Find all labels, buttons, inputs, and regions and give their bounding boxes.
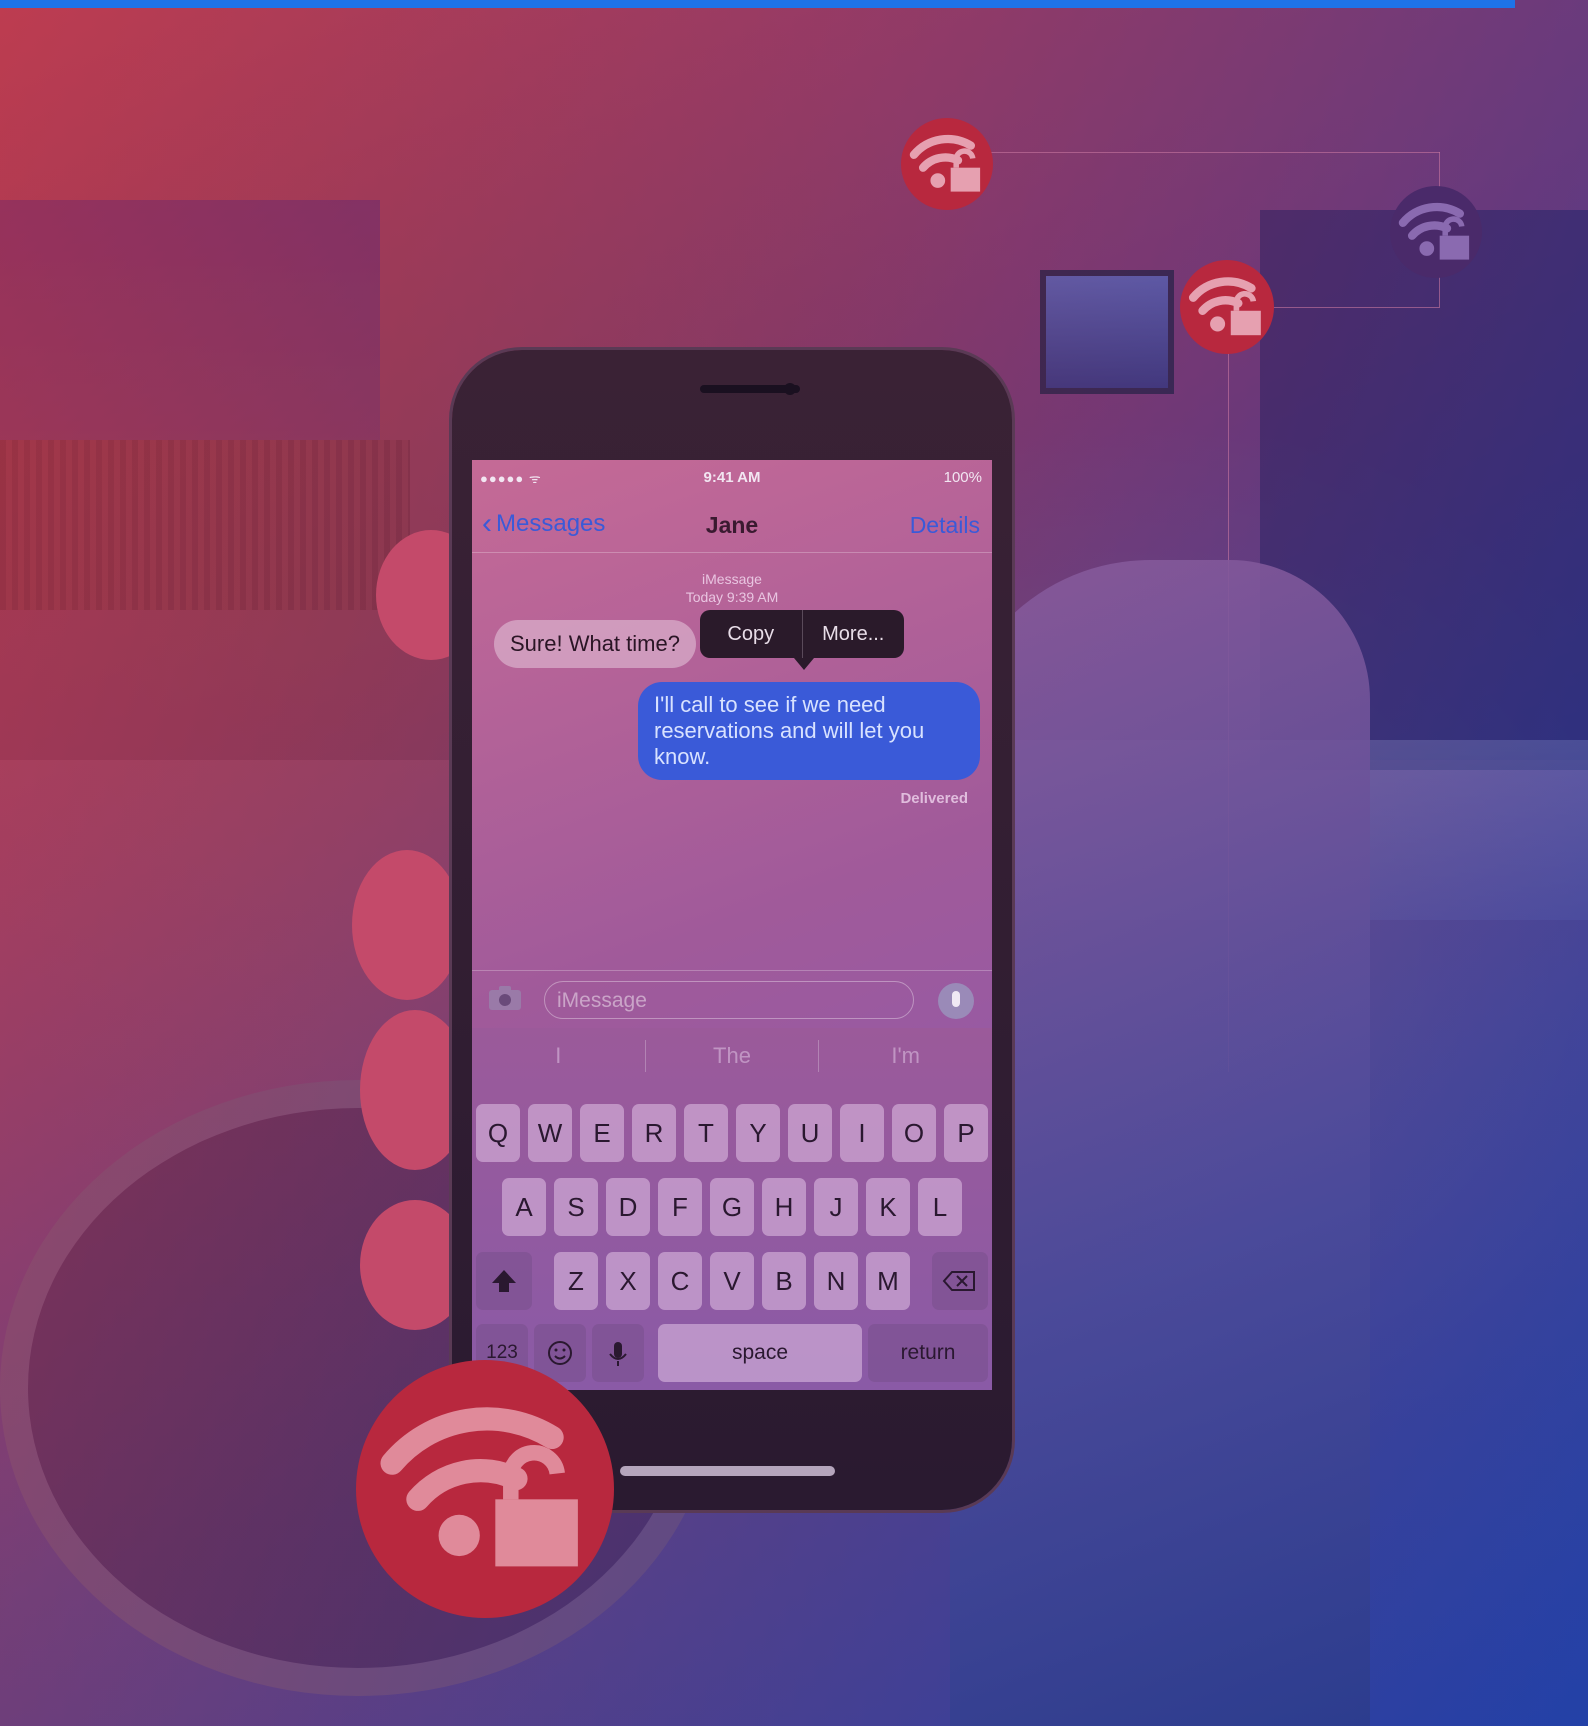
details-button[interactable]: Details xyxy=(910,512,980,539)
key[interactable]: J xyxy=(814,1178,858,1236)
space-key[interactable]: space xyxy=(658,1324,862,1382)
return-key[interactable]: return xyxy=(868,1324,988,1382)
wifi-unlock-icon xyxy=(1390,186,1482,278)
suggestion-item[interactable]: I'm xyxy=(819,1028,992,1084)
suggestion-bar: I The I'm xyxy=(472,1028,992,1084)
key[interactable]: H xyxy=(762,1178,806,1236)
key[interactable]: S xyxy=(554,1178,598,1236)
phone-front-camera xyxy=(784,383,796,395)
key[interactable]: G xyxy=(710,1178,754,1236)
nav-bar: ‹ Messages Jane Details xyxy=(472,500,992,553)
status-time: 9:41 AM xyxy=(703,469,761,486)
copy-menu-item[interactable]: Copy xyxy=(700,610,802,658)
thread-timestamp: Today 9:39 AM xyxy=(685,589,779,605)
top-accent-bar xyxy=(0,0,1515,8)
composer-bar: iMessage xyxy=(472,970,992,1029)
context-menu-pointer xyxy=(794,658,814,670)
message-input[interactable]: iMessage xyxy=(544,981,914,1019)
phone-screen: ●●●●● ᯤ 9:41 AM 100% ‹ Messages Jane Deta… xyxy=(472,460,992,1390)
more-menu-item[interactable]: More... xyxy=(803,610,905,658)
connector-line xyxy=(1272,307,1440,308)
key[interactable]: M xyxy=(866,1252,910,1310)
shift-icon xyxy=(492,1270,516,1292)
shift-key[interactable] xyxy=(476,1252,532,1310)
wifi-unlock-icon xyxy=(901,118,993,210)
key[interactable]: K xyxy=(866,1178,910,1236)
key[interactable]: Z xyxy=(554,1252,598,1310)
key[interactable]: X xyxy=(606,1252,650,1310)
key[interactable]: C xyxy=(658,1252,702,1310)
battery-indicator: 100% xyxy=(943,469,982,486)
context-menu: Copy More... xyxy=(700,610,904,658)
key[interactable]: Q xyxy=(476,1104,520,1162)
suggestion-item[interactable]: I xyxy=(472,1028,645,1084)
key[interactable]: A xyxy=(502,1178,546,1236)
microphone-icon[interactable] xyxy=(938,983,974,1019)
key[interactable]: R xyxy=(632,1104,676,1162)
key[interactable]: W xyxy=(528,1104,572,1162)
key[interactable]: L xyxy=(918,1178,962,1236)
key[interactable]: T xyxy=(684,1104,728,1162)
wifi-unlock-icon xyxy=(356,1360,614,1618)
status-bar: ●●●●● ᯤ 9:41 AM 100% xyxy=(472,460,992,494)
key[interactable]: D xyxy=(606,1178,650,1236)
finger xyxy=(352,850,462,1000)
key[interactable]: F xyxy=(658,1178,702,1236)
key[interactable]: P xyxy=(944,1104,988,1162)
service-label: iMessage xyxy=(702,571,762,587)
connector-line xyxy=(990,152,1440,153)
outgoing-message[interactable]: I'll call to see if we need reservations… xyxy=(638,682,980,780)
incoming-message[interactable]: Sure! What time? xyxy=(494,620,696,668)
key[interactable]: Y xyxy=(736,1104,780,1162)
wifi-unlock-icon xyxy=(1180,260,1274,354)
hand xyxy=(950,560,1370,1726)
home-indicator xyxy=(620,1466,835,1476)
suggestion-item[interactable]: The xyxy=(646,1028,819,1084)
backspace-icon xyxy=(942,1271,975,1291)
delivery-status: Delivered xyxy=(900,790,968,807)
key[interactable]: U xyxy=(788,1104,832,1162)
backspace-key[interactable] xyxy=(932,1252,988,1310)
thread-meta: iMessage Today 9:39 AM xyxy=(472,570,992,606)
camera-icon[interactable] xyxy=(488,985,522,1011)
key[interactable]: V xyxy=(710,1252,754,1310)
key[interactable]: N xyxy=(814,1252,858,1310)
keyboard: I The I'm Q W E R T Y U I O P A S D F G … xyxy=(472,1028,992,1390)
key[interactable]: O xyxy=(892,1104,936,1162)
key[interactable]: E xyxy=(580,1104,624,1162)
key[interactable]: I xyxy=(840,1104,884,1162)
key[interactable]: B xyxy=(762,1252,806,1310)
